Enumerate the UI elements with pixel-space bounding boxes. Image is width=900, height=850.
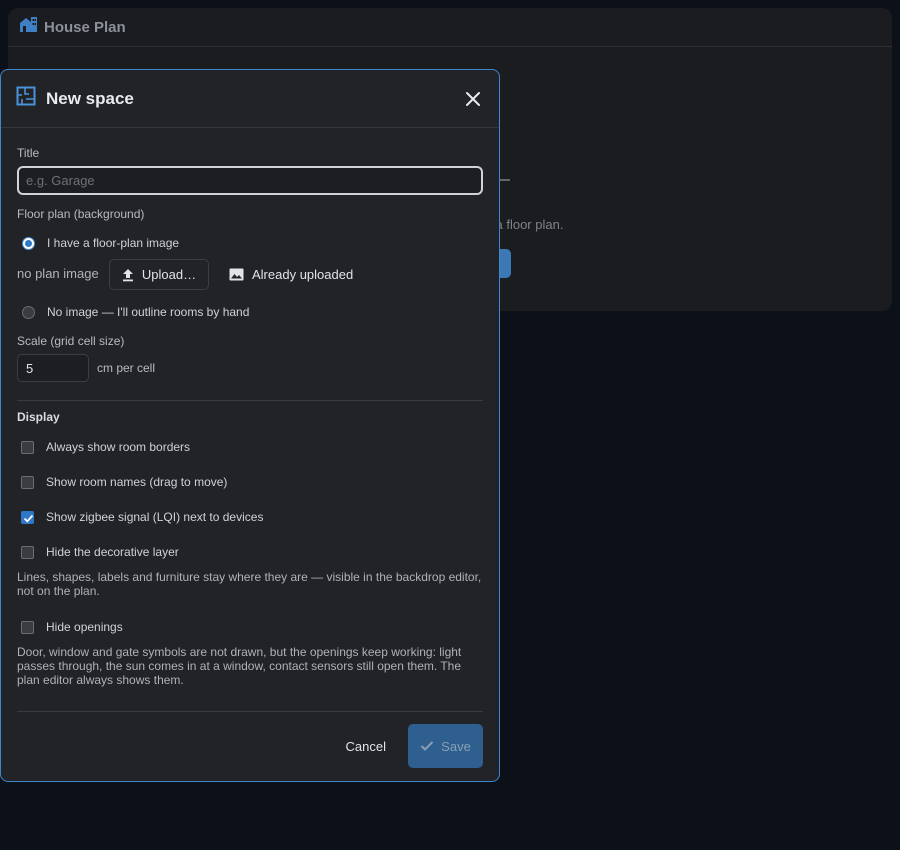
scale-input[interactable] [17,354,89,382]
already-uploaded-button[interactable]: Already uploaded [229,259,353,290]
background-hint: l a floor plan. [489,217,564,232]
option-room-borders[interactable]: Always show room borders [21,440,190,454]
upload-label: Upload… [141,267,197,282]
no-image-label: No image — I'll outline rooms by hand [47,305,250,319]
dialog-title: New space [46,88,134,108]
room-borders-checkbox[interactable] [21,440,34,454]
floor-plan-image-label: I have a floor-plan image [47,236,180,250]
floor-plan-image-radio[interactable] [22,236,35,250]
new-space-dialog: New space Title Floor plan (background) … [0,69,500,782]
close-button[interactable] [461,87,485,111]
app-header: House Plan [8,8,892,47]
title-label: Title [17,146,40,160]
zigbee-signal-checkbox[interactable] [21,510,34,524]
no-image-option[interactable]: No image — I'll outline rooms by hand [22,305,249,319]
title-input[interactable] [17,166,483,195]
upload-button[interactable]: Upload… [109,259,209,290]
option-zigbee-signal[interactable]: Show zigbee signal (LQI) next to devices [21,510,263,524]
dialog-body: Title Floor plan (background) I have a f… [1,128,499,712]
openings-note: Door, window and gate symbols are not dr… [17,645,462,687]
scale-label: Scale (grid cell size) [17,334,125,348]
hide-decorative-label: Hide the decorative layer [46,545,179,559]
image-icon [229,268,244,281]
floor-plan-image-option[interactable]: I have a floor-plan image [22,236,179,250]
floor-plan-icon [16,86,36,111]
close-icon [466,91,480,106]
check-icon [420,741,434,751]
dialog-footer: Cancel Save [1,711,499,781]
zigbee-signal-label: Show zigbee signal (LQI) next to devices [46,510,264,524]
save-label: Save [441,738,471,754]
room-names-checkbox[interactable] [21,475,34,489]
display-section-title: Display [17,410,60,424]
already-uploaded-label: Already uploaded [252,267,354,282]
floor-plan-label: Floor plan (background) [17,207,145,221]
room-names-label: Show room names (drag to move) [46,475,228,489]
dialog-header: New space [1,70,499,128]
hide-openings-checkbox[interactable] [21,620,34,634]
house-plan-icon [19,16,38,38]
save-button[interactable]: Save [408,724,483,768]
check-icon [23,514,34,523]
scale-unit: cm per cell [97,361,156,375]
no-plan-image-text: no plan image [17,266,99,281]
hide-decorative-checkbox[interactable] [21,545,34,559]
upload-icon [122,268,133,281]
section-divider [17,400,483,401]
option-hide-decorative[interactable]: Hide the decorative layer [21,545,179,559]
room-borders-label: Always show room borders [46,440,191,454]
cancel-button[interactable]: Cancel [342,731,390,762]
option-hide-openings[interactable]: Hide openings [21,620,123,634]
option-room-names[interactable]: Show room names (drag to move) [21,475,227,489]
hide-openings-label: Hide openings [46,620,123,634]
app-title: House Plan [44,18,126,36]
no-image-radio[interactable] [22,305,35,319]
decorative-layer-note: Lines, shapes, labels and furniture stay… [17,570,482,598]
